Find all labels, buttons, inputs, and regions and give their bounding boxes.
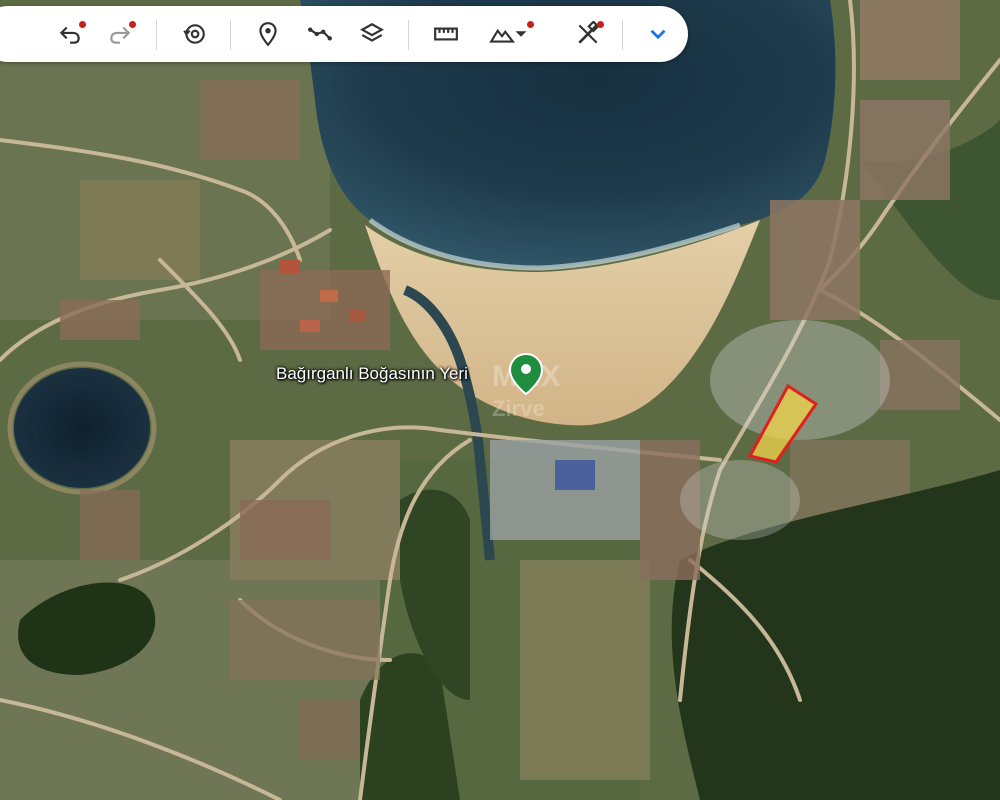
add-placemark-button[interactable]: [246, 12, 290, 56]
toolbar-separator: [230, 20, 231, 50]
badge-dot: [79, 21, 86, 28]
history-icon: [183, 24, 205, 44]
toolbar-separator: [622, 20, 623, 50]
dry-field: [80, 180, 200, 280]
place-label[interactable]: Bağırganlı Boğasının Yeri: [276, 364, 468, 384]
layers-button[interactable]: [350, 12, 394, 56]
redo-button[interactable]: [98, 12, 142, 56]
tents: [555, 460, 595, 490]
history-button[interactable]: [172, 12, 216, 56]
place-pin[interactable]: [508, 352, 544, 396]
tools-button[interactable]: [566, 12, 610, 56]
haze: [680, 460, 800, 540]
lake: [14, 368, 150, 488]
ruler-icon: [434, 27, 458, 41]
map-pin-icon: [508, 352, 544, 396]
watermark-text: Zirve: [492, 396, 545, 421]
badge-dot: [527, 21, 534, 28]
elevation-dropdown[interactable]: [510, 12, 534, 56]
expand-button[interactable]: [636, 12, 680, 56]
layers-icon: [360, 23, 384, 42]
add-path-button[interactable]: [298, 12, 342, 56]
toolbar-separator: [156, 20, 157, 50]
badge-dot: [129, 21, 136, 28]
path-icon: [308, 27, 332, 41]
chevron-down-icon: [650, 29, 666, 40]
undo-button[interactable]: [48, 12, 92, 56]
badge-dot: [597, 21, 604, 28]
placemark-icon: [259, 22, 277, 47]
dry-field: [520, 560, 650, 780]
toolbar-separator: [408, 20, 409, 50]
map-toolbar: [0, 6, 688, 62]
measure-button[interactable]: [424, 12, 468, 56]
